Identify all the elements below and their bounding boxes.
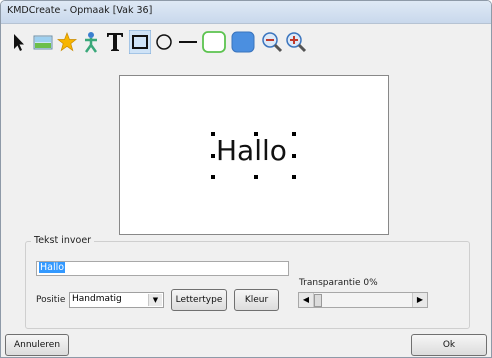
tekst-invoer-group bbox=[25, 241, 470, 329]
chevron-down-icon[interactable]: ▼ bbox=[148, 294, 162, 306]
lettertype-button[interactable]: Lettertype bbox=[171, 289, 227, 311]
figure-tool-icon[interactable] bbox=[80, 30, 102, 54]
title-bar: KMDCreate - Opmaak [Vak 36] bbox=[1, 1, 491, 24]
text-tool-icon[interactable] bbox=[104, 30, 126, 54]
transparantie-slider[interactable]: ◀ ▶ bbox=[298, 292, 428, 308]
zoom-in-icon[interactable] bbox=[285, 30, 307, 54]
resize-handle[interactable] bbox=[292, 175, 296, 179]
ok-button[interactable]: Ok bbox=[411, 334, 487, 356]
positie-label: Positie bbox=[36, 295, 66, 305]
resize-handle[interactable] bbox=[211, 175, 215, 179]
zoom-out-icon[interactable] bbox=[261, 30, 283, 54]
resize-handle[interactable] bbox=[292, 154, 296, 158]
group-label: Tekst invoer bbox=[31, 235, 95, 246]
resize-handle[interactable] bbox=[254, 175, 258, 179]
resize-handle[interactable] bbox=[211, 132, 215, 136]
resize-handle[interactable] bbox=[211, 154, 215, 158]
toolbar bbox=[2, 24, 490, 60]
transparantie-label: Transparantie 0% bbox=[299, 278, 378, 288]
positie-value: Handmatig bbox=[72, 294, 122, 304]
preview-canvas[interactable]: Hallo bbox=[119, 75, 389, 235]
dialog-window: KMDCreate - Opmaak [Vak 36] Hallo Tekst … bbox=[0, 0, 492, 358]
resize-handle[interactable] bbox=[292, 132, 296, 136]
text-input[interactable]: Hallo bbox=[36, 261, 289, 276]
slider-thumb[interactable] bbox=[314, 294, 322, 307]
annuleren-button[interactable]: Annuleren bbox=[5, 334, 69, 356]
canvas-text[interactable]: Hallo bbox=[216, 134, 287, 167]
positie-select[interactable]: Handmatig ▼ bbox=[69, 292, 164, 308]
rectangle-tool-icon[interactable] bbox=[129, 30, 151, 54]
window-title: KMDCreate - Opmaak [Vak 36] bbox=[7, 5, 153, 16]
pointer-tool-icon[interactable] bbox=[7, 30, 29, 54]
star-tool-icon[interactable] bbox=[56, 30, 78, 54]
kleur-button[interactable]: Kleur bbox=[234, 289, 279, 311]
line-tool-icon[interactable] bbox=[177, 30, 199, 54]
resize-handle[interactable] bbox=[254, 132, 258, 136]
selected-text: Hallo bbox=[39, 262, 66, 273]
rounded-rect-outline-tool-icon[interactable] bbox=[201, 30, 227, 54]
ellipse-tool-icon[interactable] bbox=[153, 30, 175, 54]
rounded-rect-filled-tool-icon[interactable] bbox=[230, 30, 256, 54]
scroll-left-icon[interactable]: ◀ bbox=[299, 293, 314, 307]
image-tool-icon[interactable] bbox=[32, 30, 54, 54]
scroll-right-icon[interactable]: ▶ bbox=[412, 293, 427, 307]
